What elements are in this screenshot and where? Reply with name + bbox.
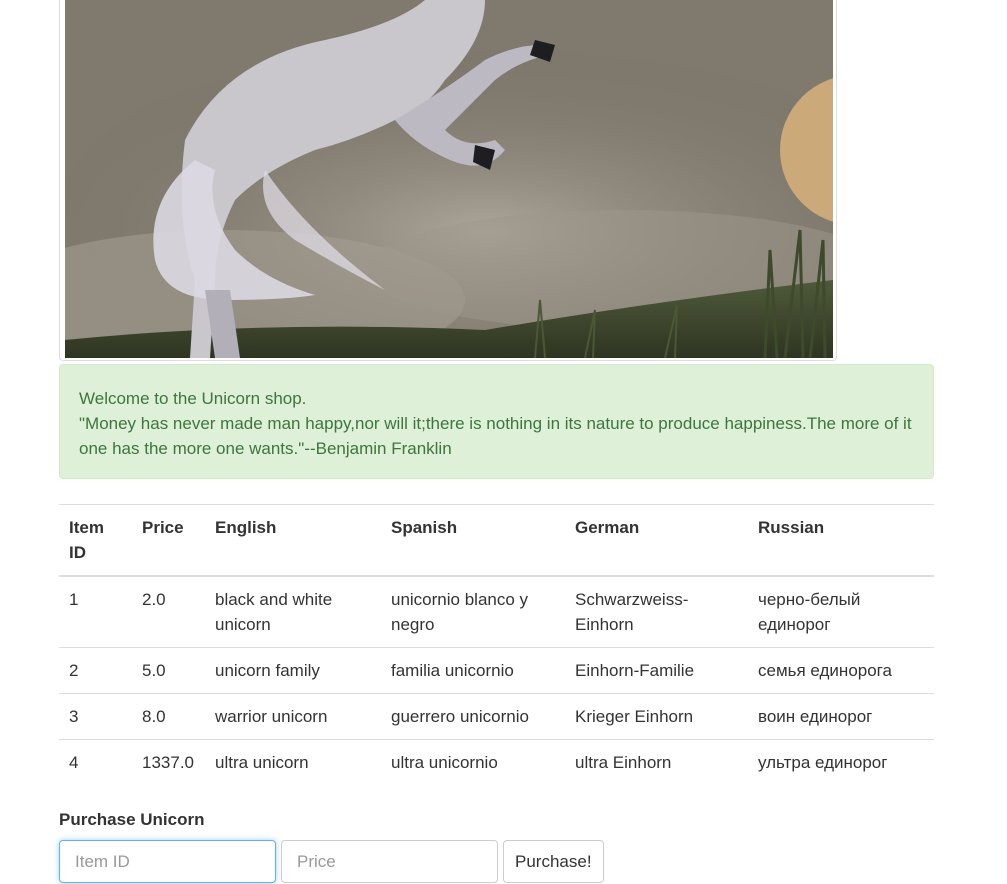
- cell-item-id: 2: [59, 647, 132, 694]
- price-input[interactable]: [281, 840, 498, 883]
- cell-german: ultra Einhorn: [565, 739, 748, 785]
- cell-item-id: 1: [59, 575, 132, 648]
- header-item-id: Item ID: [59, 504, 132, 577]
- unicorn-hero-image: [65, 0, 833, 358]
- purchase-form: Purchase!: [59, 840, 604, 883]
- item-id-input[interactable]: [59, 840, 276, 883]
- cell-price: 1337.0: [132, 739, 205, 785]
- table-row: 1 2.0 black and white unicorn unicornio …: [59, 575, 934, 648]
- table-header-row: Item ID Price English Spanish German Rus…: [59, 504, 934, 577]
- header-english: English: [205, 504, 381, 577]
- cell-english: black and white unicorn: [205, 575, 381, 648]
- cell-german: Schwarzweiss-Einhorn: [565, 575, 748, 648]
- cell-german: Einhorn-Familie: [565, 647, 748, 694]
- cell-russian: черно-белый единорог: [748, 575, 934, 648]
- unicorn-price-table: Item ID Price English Spanish German Rus…: [59, 504, 934, 785]
- cell-russian: семья единорога: [748, 647, 934, 694]
- header-german: German: [565, 504, 748, 577]
- cell-english: ultra unicorn: [205, 739, 381, 785]
- header-price: Price: [132, 504, 205, 577]
- cell-russian: ультра единорог: [748, 739, 934, 785]
- cell-russian: воин единорог: [748, 693, 934, 740]
- franklin-quote: "Money has never made man happy,nor will…: [79, 414, 912, 458]
- cell-english: warrior unicorn: [205, 693, 381, 740]
- table-row: 3 8.0 warrior unicorn guerrero unicornio…: [59, 693, 934, 740]
- welcome-alert: Welcome to the Unicorn shop. "Money has …: [59, 364, 934, 479]
- cell-price: 2.0: [132, 575, 205, 648]
- cell-item-id: 3: [59, 693, 132, 740]
- cell-spanish: guerrero unicornio: [381, 693, 565, 740]
- cell-item-id: 4: [59, 739, 132, 785]
- cell-price: 5.0: [132, 647, 205, 694]
- table-row: 2 5.0 unicorn family familia unicornio E…: [59, 647, 934, 694]
- cell-spanish: unicornio blanco y negro: [381, 575, 565, 648]
- header-spanish: Spanish: [381, 504, 565, 577]
- purchase-button[interactable]: Purchase!: [503, 840, 604, 883]
- purchase-unicorn-label: Purchase Unicorn: [59, 810, 205, 829]
- welcome-message: Welcome to the Unicorn shop.: [79, 389, 307, 408]
- cell-german: Krieger Einhorn: [565, 693, 748, 740]
- cell-spanish: familia unicornio: [381, 647, 565, 694]
- cell-spanish: ultra unicornio: [381, 739, 565, 785]
- cell-price: 8.0: [132, 693, 205, 740]
- table-row: 4 1337.0 ultra unicorn ultra unicornio u…: [59, 739, 934, 785]
- page: Welcome to the Unicorn shop. "Money has …: [0, 0, 1007, 884]
- header-russian: Russian: [748, 504, 934, 577]
- cell-english: unicorn family: [205, 647, 381, 694]
- hero-image-frame: [59, 0, 837, 361]
